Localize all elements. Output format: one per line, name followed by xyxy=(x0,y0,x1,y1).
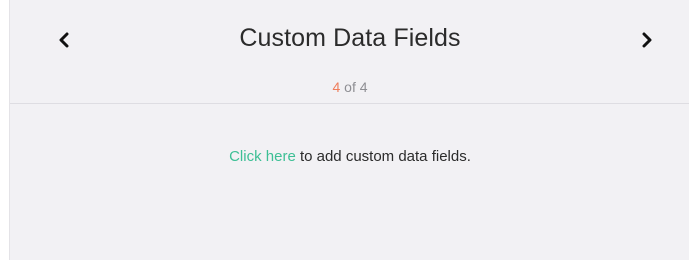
next-button[interactable] xyxy=(633,26,661,54)
chevron-right-icon xyxy=(642,32,652,48)
page-title: Custom Data Fields xyxy=(239,24,461,52)
empty-state-text: to add custom data fields. xyxy=(295,148,471,165)
custom-data-fields-panel: Custom Data Fields 4 of 4 Click here to … xyxy=(9,0,689,260)
empty-state-message: Click here to add custom data fields. xyxy=(10,148,689,165)
page-indicator: 4 of 4 xyxy=(10,79,689,95)
panel-header: Custom Data Fields 4 of 4 xyxy=(10,0,689,104)
page-separator: of xyxy=(340,79,360,95)
add-custom-fields-link[interactable]: Click here xyxy=(229,148,296,165)
total-page-count: 4 xyxy=(359,79,368,95)
